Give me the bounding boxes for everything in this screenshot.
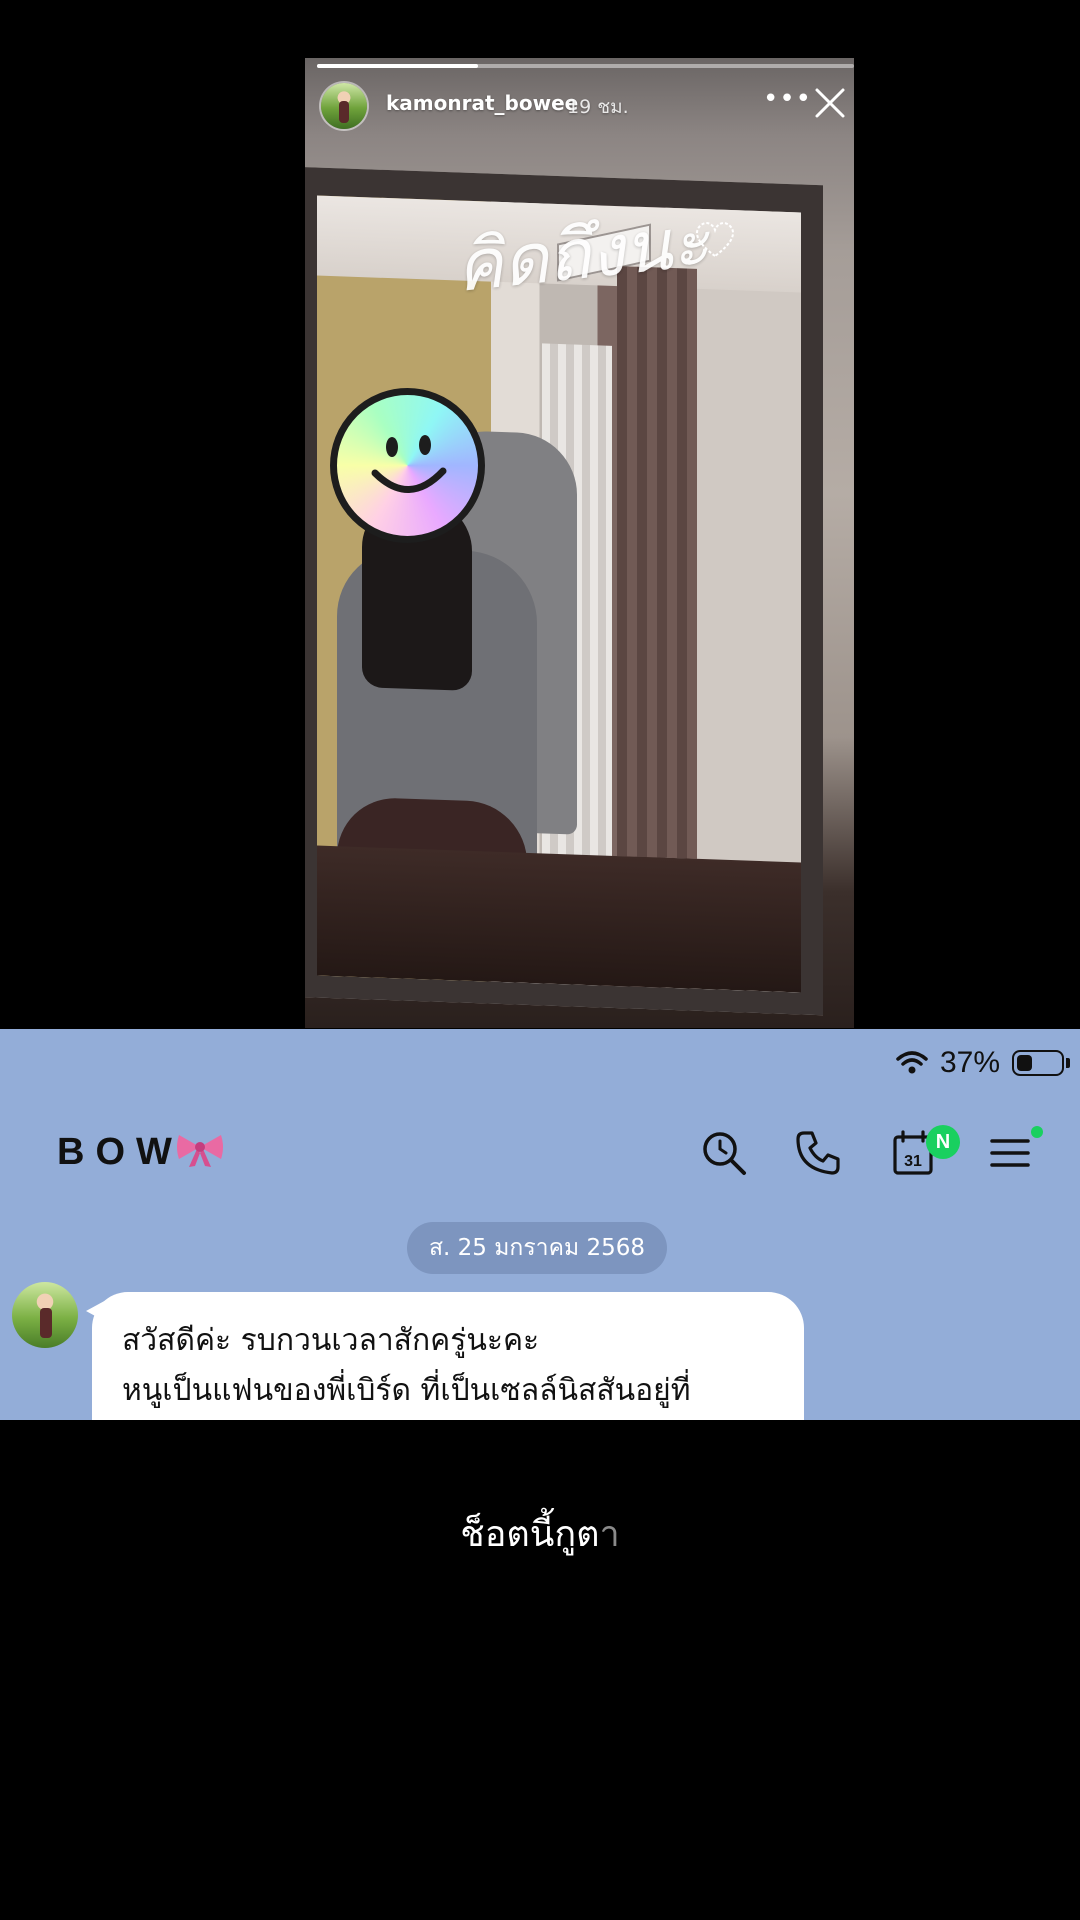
more-dots-icon[interactable]: ••• [763,86,811,118]
table [317,845,801,993]
wifi-icon [896,1051,928,1074]
search-icon[interactable] [700,1129,748,1177]
subtitle-text: ช็อตนี้กูต [460,1514,600,1555]
menu-icon[interactable] [988,1129,1036,1177]
subtitle-faded-text: า [599,1514,620,1555]
story-timestamp: 19 ชม. [567,96,629,118]
sender-avatar[interactable] [12,1282,78,1348]
story-progress-bar [317,64,854,68]
svg-text:31: 31 [904,1153,922,1170]
story-author-avatar[interactable] [321,83,367,129]
story-viewer[interactable]: คิดถึงนะ kamonrat_bowee 19 ชม. ••• [305,58,854,1028]
message-line: สวัสดีค่ะ รบกวนเวลาสักครู่นะคะ [122,1323,540,1358]
notification-badge: N [926,1125,960,1159]
smiley-face-sticker [330,388,485,543]
story-photo [317,195,801,993]
menu-new-dot [1031,1126,1043,1138]
message-line: หนูเป็นแฟนของพี่เบิร์ด ที่เป็นเซลล์นิสสั… [122,1373,691,1408]
chat-screenshot: 37% BOW 31 N ส. 25 มกราคม 2568 สวัสดีค่ะ… [0,1029,1080,1420]
close-icon[interactable] [813,86,847,120]
status-bar: 37% [896,1043,1070,1083]
bow-ribbon-icon [177,1135,223,1167]
message-bubble[interactable]: สวัสดีค่ะ รบกวนเวลาสักครู่นะคะ หนูเป็นแฟ… [92,1292,804,1420]
chat-title: BOW [57,1131,183,1173]
heart-sticker-icon [696,222,734,258]
screen: คิดถึงนะ kamonrat_bowee 19 ชม. ••• 37% B… [0,0,1080,1920]
battery-percentage: 37% [939,1046,1000,1079]
date-separator: ส. 25 มกราคม 2568 [407,1222,667,1274]
battery-icon [1012,1050,1064,1076]
story-username[interactable]: kamonrat_bowee [386,91,578,115]
phone-icon[interactable] [794,1129,842,1177]
video-subtitle: ช็อตนี้กูตา [0,1505,1080,1562]
